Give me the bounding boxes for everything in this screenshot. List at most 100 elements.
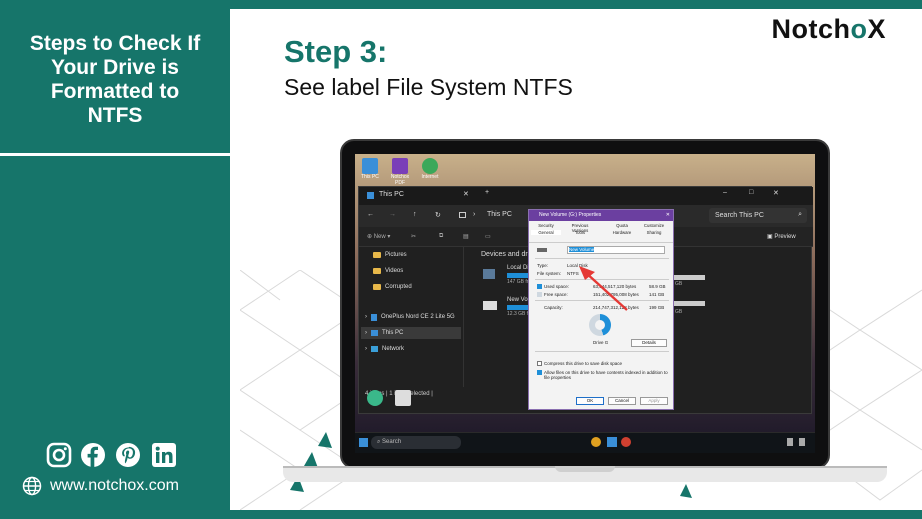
taskbar: ⌕ Search	[355, 432, 815, 453]
back-icon[interactable]: ←	[367, 211, 374, 218]
pdf-editor-icon	[392, 158, 408, 174]
file-system-label: File system:	[537, 271, 562, 276]
website-row[interactable]: www.notchox.com	[22, 476, 179, 496]
preview-button[interactable]: ▣ Preview	[767, 233, 796, 240]
compress-checkbox[interactable]	[537, 361, 542, 366]
desktop-icon-label: Internet	[421, 174, 439, 180]
sidebar-title-line: Your Drive is	[51, 56, 179, 79]
new-button[interactable]: ⊕ New ▾	[367, 233, 390, 240]
new-button-label: New	[373, 234, 386, 240]
sidebar-divider	[0, 153, 230, 156]
sidebar-title-line: Formatted to	[50, 80, 180, 103]
rename-icon[interactable]: ▭	[485, 233, 491, 240]
tab-quota[interactable]: Quota	[607, 223, 637, 228]
preview-label: Preview	[774, 234, 796, 240]
tab-hardware[interactable]: Hardware	[607, 230, 637, 235]
drive-label: Drive G	[593, 340, 609, 345]
explorer-taskbar-icon[interactable]	[607, 437, 617, 447]
index-checkbox[interactable]	[537, 370, 542, 375]
linkedin-icon[interactable]	[151, 442, 177, 468]
drive-icon	[483, 269, 495, 279]
dialog-titlebar: New Volume (G:) Properties ✕	[529, 210, 673, 221]
folder-icon	[373, 268, 381, 274]
desktop-icon-this-pc[interactable]: This PC	[359, 158, 381, 180]
nav-item-label: Pictures	[385, 252, 407, 258]
paste-icon[interactable]: ▤	[463, 233, 469, 240]
system-tray-icon[interactable]	[799, 438, 805, 446]
apply-button[interactable]: Apply	[640, 397, 668, 405]
up-icon[interactable]: ↑	[413, 211, 417, 218]
chevron-right-icon: ›	[365, 314, 367, 320]
chevron-right-icon: ›	[365, 330, 367, 336]
nav-item-oneplus[interactable]: › OnePlus Nord CE 2 Lite 5G	[365, 311, 455, 323]
close-icon[interactable]: ✕	[666, 210, 670, 221]
chrome-icon[interactable]	[591, 437, 601, 447]
folder-icon	[373, 284, 381, 290]
phone-icon	[371, 313, 377, 321]
sidebar-panel: Steps to Check If Your Drive is Formatte…	[0, 0, 230, 519]
maximize-icon[interactable]: □	[749, 189, 753, 196]
capacity-label: Capacity:	[544, 305, 563, 310]
pinterest-icon[interactable]	[115, 442, 141, 468]
forward-icon[interactable]: →	[389, 211, 396, 218]
new-tab-icon[interactable]: +	[485, 189, 489, 196]
ok-button[interactable]: OK	[576, 397, 604, 405]
cancel-button[interactable]: Cancel	[608, 397, 636, 405]
volume-name-value: New Volume	[569, 247, 595, 252]
cut-icon[interactable]: ✂	[411, 233, 416, 240]
minimize-icon[interactable]: –	[723, 189, 727, 196]
taskbar-search-input[interactable]: ⌕ Search	[371, 436, 461, 449]
tab-customize[interactable]: Customize	[639, 223, 669, 228]
desktop-icon-chat[interactable]	[361, 390, 389, 406]
drive-size-right: GB	[675, 281, 683, 287]
explorer-tab-title[interactable]: This PC	[379, 191, 404, 198]
tab-general[interactable]: General	[531, 230, 561, 235]
drive-usage-bar-right	[671, 275, 705, 280]
nav-item-label: This PC	[382, 330, 404, 336]
nav-item-label: Network	[382, 346, 405, 352]
divider	[535, 351, 669, 352]
taskbar-search-placeholder: Search	[382, 439, 402, 445]
red-pointer-arrow	[579, 266, 628, 311]
monitor-icon	[362, 158, 378, 174]
system-tray-icon[interactable]	[787, 438, 793, 446]
copy-icon[interactable]: ⧉	[439, 233, 443, 240]
tab-tools[interactable]: Tools	[565, 230, 595, 235]
logo-x: X	[867, 14, 886, 44]
monitor-icon	[459, 212, 466, 218]
sidebar-title-line: NTFS	[87, 104, 143, 127]
index-label: Allow files on this drive to have conten…	[544, 370, 668, 380]
nav-item-videos[interactable]: Videos	[373, 265, 403, 277]
tab-security[interactable]: Security	[531, 223, 561, 228]
close-tab-icon[interactable]: ✕	[463, 190, 469, 198]
desktop-icon-recycle[interactable]	[389, 390, 417, 406]
refresh-icon[interactable]: ↻	[435, 211, 441, 219]
desktop-icon-internet[interactable]: Internet	[419, 158, 441, 180]
browser-icon[interactable]	[621, 437, 631, 447]
search-input[interactable]: Search This PC ⌕	[709, 208, 807, 223]
compress-label: Compress this drive to save disk space	[544, 361, 623, 366]
nav-item-this-pc[interactable]: › This PC	[361, 327, 461, 339]
windows-start-icon[interactable]	[359, 438, 368, 447]
drive-size-right: GB	[675, 309, 683, 315]
close-icon[interactable]: ✕	[773, 189, 779, 197]
disk-usage-donut	[589, 314, 611, 336]
chevron-right-icon: ›	[365, 346, 367, 352]
website-link[interactable]: www.notchox.com	[50, 477, 179, 495]
desktop-icon-label: This PC	[361, 174, 379, 180]
nav-item-corrupted[interactable]: Corrupted	[373, 281, 412, 293]
instagram-icon[interactable]	[46, 442, 72, 468]
used-space-label: Used space:	[544, 284, 570, 289]
volume-name-input[interactable]: New Volume	[567, 246, 665, 254]
address-bar[interactable]: This PC	[487, 211, 512, 218]
explorer-nav-pane: Pictures Videos Corrupted › OnePlus Nord …	[359, 247, 464, 387]
details-button[interactable]: Details	[631, 339, 667, 347]
laptop-notch	[555, 466, 615, 472]
tab-sharing[interactable]: Sharing	[639, 230, 669, 235]
nav-item-network[interactable]: › Network	[365, 343, 404, 355]
dialog-tabs: Security Previous Versions Quota Customi…	[529, 221, 673, 243]
facebook-icon[interactable]	[80, 442, 106, 468]
nav-item-pictures[interactable]: Pictures	[373, 249, 407, 261]
divider	[535, 258, 669, 259]
sidebar-title-line: Steps to Check If	[29, 32, 201, 55]
